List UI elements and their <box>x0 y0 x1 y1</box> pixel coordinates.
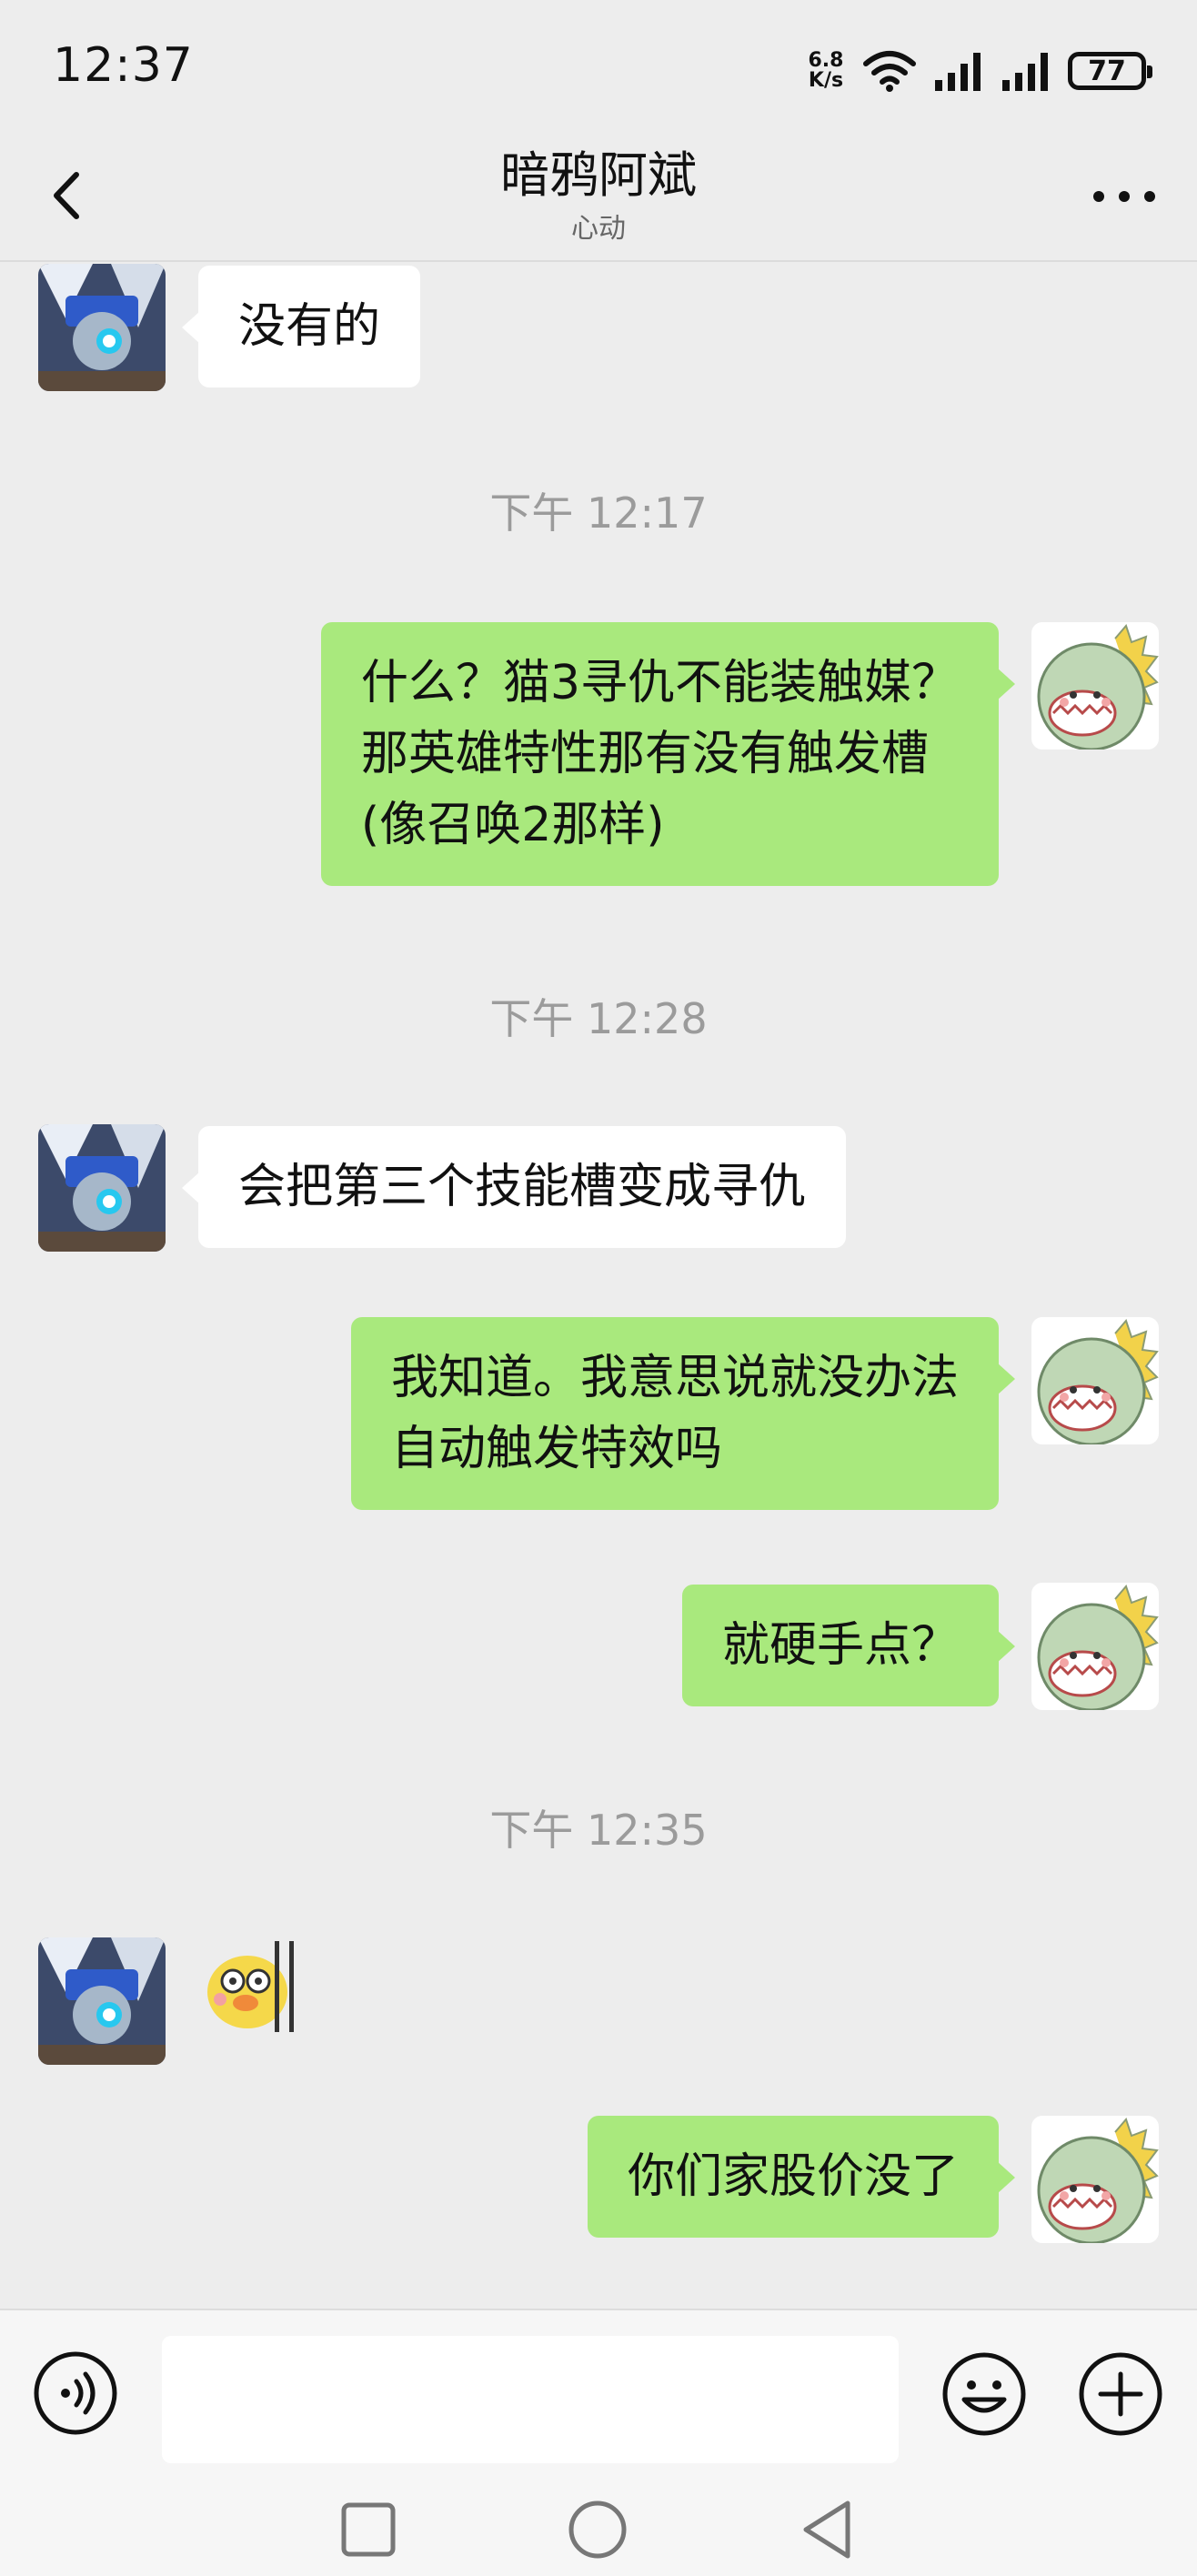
self-avatar[interactable] <box>1031 1583 1159 1710</box>
square-icon <box>341 2502 396 2557</box>
back-nav-button[interactable] <box>795 2498 859 2561</box>
title-block: 暗鸦阿斌 心动 <box>0 140 1197 247</box>
message-bubble-sent[interactable]: 什么？猫3寻仇不能装触媒？ 那英雄特性那有没有触发槽 (像召唤2那样) <box>320 622 1016 886</box>
input-bar <box>0 2309 1197 2481</box>
more-dot-icon <box>1144 191 1155 202</box>
self-avatar[interactable] <box>1031 2116 1159 2243</box>
network-speed-value: 6.8 <box>808 49 844 72</box>
voice-icon <box>34 2351 117 2435</box>
message-input[interactable] <box>162 2336 899 2463</box>
signal-icon <box>1002 53 1048 91</box>
contact-avatar[interactable] <box>38 264 166 391</box>
circle-icon <box>568 2501 627 2559</box>
status-icons: 6.8 K/s 77 <box>806 44 1152 98</box>
network-speed: 6.8 K/s <box>806 51 846 91</box>
dinosaur-avatar-icon <box>1031 622 1159 750</box>
home-button[interactable] <box>566 2498 629 2561</box>
emoji-button[interactable] <box>940 2350 1028 2438</box>
network-speed-unit: K/s <box>808 69 844 92</box>
message-bubble-sent[interactable]: 我知道。我意思说就没办法 自动触发特效吗 <box>350 1317 1016 1510</box>
wifi-icon <box>863 51 916 92</box>
contact-status: 心动 <box>571 213 626 245</box>
chat-area[interactable]: 没有的 下午 12:17 什么？猫3寻仇不能装触媒？ 那英雄特性那有没有触发槽 … <box>0 264 1197 2309</box>
chat-header: 暗鸦阿斌 心动 <box>0 136 1197 262</box>
robot-avatar-icon <box>38 1937 166 2065</box>
signal-icon <box>935 53 981 91</box>
self-avatar[interactable] <box>1031 1317 1159 1444</box>
battery-icon: 77 <box>1068 52 1152 90</box>
more-functions-button[interactable] <box>1077 2350 1164 2438</box>
triangle-back-icon <box>803 2501 850 2559</box>
more-dot-icon <box>1119 191 1130 202</box>
robot-avatar-icon <box>38 1124 166 1252</box>
dinosaur-avatar-icon <box>1031 1317 1159 1444</box>
message-timestamp: 下午 12:17 <box>489 488 708 538</box>
dinosaur-avatar-icon <box>1031 2116 1159 2243</box>
message-bubble-sent[interactable]: 你们家股价没了 <box>587 2116 1016 2238</box>
self-avatar[interactable] <box>1031 622 1159 750</box>
more-dot-icon <box>1093 191 1104 202</box>
message-timestamp: 下午 12:28 <box>489 994 708 1043</box>
dinosaur-avatar-icon <box>1031 1583 1159 1710</box>
smiley-icon <box>942 2352 1026 2436</box>
voice-input-button[interactable] <box>33 2350 118 2436</box>
message-bubble-received[interactable]: 没有的 <box>181 266 421 387</box>
sticker-message[interactable] <box>202 1937 300 2036</box>
message-timestamp: 下午 12:35 <box>489 1806 708 1855</box>
message-bubble-received[interactable]: 会把第三个技能槽变成寻仇 <box>181 1126 847 1248</box>
message-bubble-sent[interactable]: 就硬手点？ <box>681 1585 1016 1706</box>
contact-avatar[interactable] <box>38 1937 166 2065</box>
recent-apps-button[interactable] <box>337 2498 400 2561</box>
robot-avatar-icon <box>38 264 166 391</box>
status-bar: 12:37 6.8 K/s 77 <box>0 0 1197 136</box>
duck-sticker-icon <box>202 1937 300 2036</box>
more-options-button[interactable] <box>1088 171 1161 222</box>
system-nav-bar <box>0 2481 1197 2576</box>
contact-avatar[interactable] <box>38 1124 166 1252</box>
plus-circle-icon <box>1079 2352 1162 2436</box>
battery-level: 77 <box>1088 55 1126 87</box>
status-time: 12:37 <box>53 38 194 93</box>
contact-name: 暗鸦阿斌 <box>500 146 697 204</box>
